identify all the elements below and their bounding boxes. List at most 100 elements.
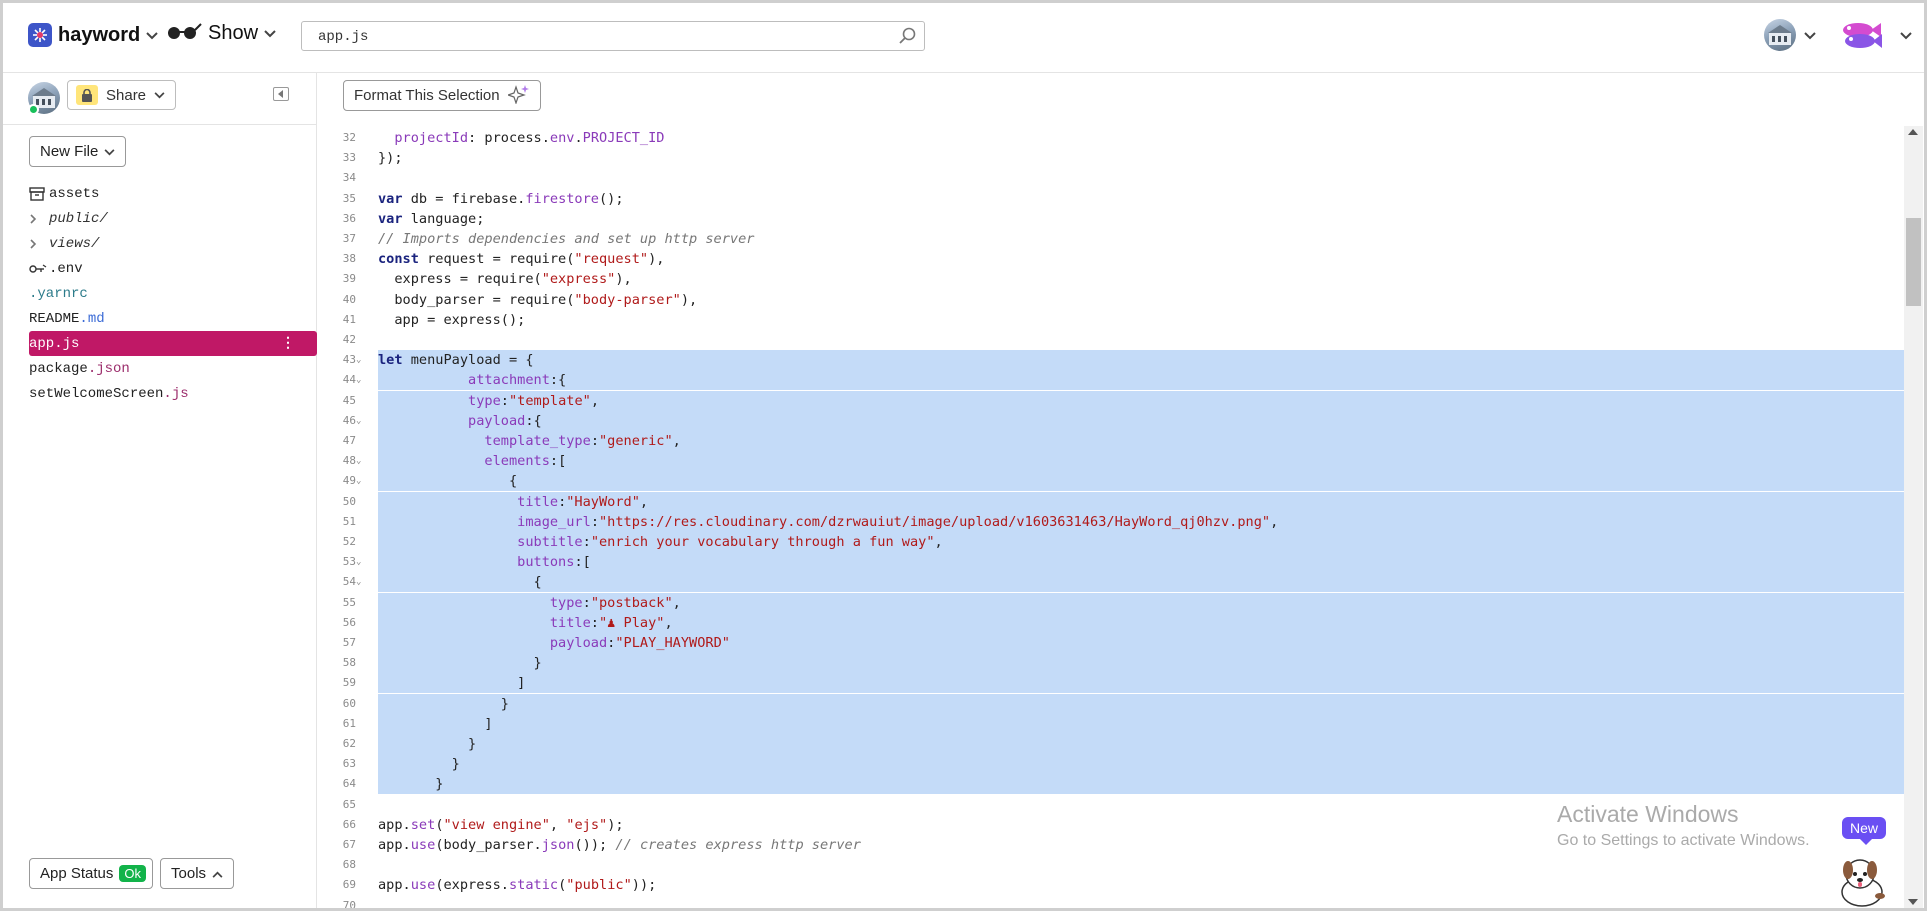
code-line[interactable]: 34 bbox=[318, 168, 1904, 188]
code-line[interactable]: 70 bbox=[318, 896, 1904, 908]
share-button[interactable]: Share bbox=[67, 80, 177, 110]
watermark-subtitle: Go to Settings to activate Windows. bbox=[1557, 832, 1810, 849]
search-box[interactable] bbox=[301, 21, 925, 51]
fold-arrow-icon[interactable]: ⌄ bbox=[356, 552, 366, 572]
file-item-yarnrc[interactable]: .yarnrc bbox=[29, 281, 317, 306]
key-icon bbox=[29, 263, 49, 275]
dog-mascot-icon[interactable] bbox=[1836, 852, 1892, 913]
code-text: var db = firebase.firestore(); bbox=[378, 190, 624, 207]
code-line[interactable]: 32 projectId: process.env.PROJECT_ID bbox=[318, 128, 1904, 148]
file-item-readme[interactable]: README .md bbox=[29, 306, 317, 331]
code-line[interactable]: 41 app = express(); bbox=[318, 310, 1904, 330]
folder-item-public[interactable]: public/ bbox=[29, 206, 317, 231]
line-number: 57 bbox=[342, 636, 356, 649]
folder-item-views[interactable]: views/ bbox=[29, 231, 317, 256]
code-text: express = require("express"), bbox=[378, 271, 632, 288]
scroll-thumb[interactable] bbox=[1906, 218, 1921, 306]
code-line[interactable]: 37 // Imports dependencies and set up htt… bbox=[318, 229, 1904, 249]
code-line[interactable]: 48 ⌄ elements:[ bbox=[318, 451, 1904, 472]
line-number: 41 bbox=[342, 312, 356, 326]
code-line[interactable]: 38 const request = require("request"), bbox=[318, 249, 1904, 269]
code-line[interactable]: 58 } bbox=[318, 653, 1904, 674]
code-line[interactable]: 43 ⌄ let menuPayload = { bbox=[318, 350, 1904, 371]
line-number: 35 bbox=[342, 191, 356, 205]
more-options-icon[interactable]: ⋮ bbox=[281, 335, 295, 352]
code-line[interactable]: 64 } bbox=[318, 774, 1904, 795]
file-item-setwelcomescreen-js[interactable]: setWelcomeScreen .js bbox=[29, 381, 317, 406]
code-line[interactable]: 57 payload:"PLAY_HAYWORD" bbox=[318, 633, 1904, 653]
line-number: 66 bbox=[342, 817, 356, 831]
code-text: } bbox=[378, 754, 1904, 775]
line-number: 39 bbox=[342, 272, 356, 286]
line-number: 47 bbox=[342, 434, 356, 447]
project-menu[interactable]: hayword bbox=[28, 23, 158, 47]
fold-arrow-icon[interactable]: ⌄ bbox=[356, 451, 366, 471]
code-text: { bbox=[378, 572, 1904, 593]
code-line[interactable]: 49 ⌄ { bbox=[318, 471, 1904, 492]
code-line[interactable]: 54 ⌄ { bbox=[318, 572, 1904, 593]
chevron-down-icon[interactable] bbox=[1804, 27, 1816, 45]
file-item-assets[interactable]: assets bbox=[29, 181, 317, 206]
code-line[interactable]: 44 ⌄ attachment:{ bbox=[318, 370, 1904, 391]
user-avatar[interactable] bbox=[1764, 19, 1796, 51]
show-menu[interactable]: Show bbox=[166, 22, 276, 45]
file-item-package-json[interactable]: package .json bbox=[29, 356, 317, 381]
code-text: } bbox=[378, 734, 1904, 754]
code-line[interactable]: 35 var db = firebase.firestore(); bbox=[318, 189, 1904, 209]
scroll-down-arrow[interactable] bbox=[1908, 899, 1918, 905]
code-line[interactable]: 60 } bbox=[318, 693, 1904, 714]
code-text: } bbox=[378, 774, 1904, 795]
line-number: 38 bbox=[342, 252, 356, 266]
file-item-env[interactable]: .env bbox=[29, 256, 317, 281]
code-line[interactable]: 39 express = require("express"), bbox=[318, 269, 1904, 289]
code-line[interactable]: 62 } bbox=[318, 734, 1904, 754]
code-line[interactable]: 46 ⌄ payload:{ bbox=[318, 410, 1904, 431]
search-input[interactable] bbox=[316, 28, 880, 46]
collapse-sidebar-button[interactable] bbox=[273, 87, 289, 101]
line-number: 62 bbox=[342, 737, 356, 750]
fold-arrow-icon[interactable]: ⌄ bbox=[356, 471, 366, 491]
line-number: 51 bbox=[342, 514, 356, 528]
search-icon[interactable] bbox=[898, 26, 918, 51]
line-number: 43 bbox=[342, 353, 356, 367]
code-line[interactable]: 52 subtitle:"enrich your vocabulary thro… bbox=[318, 532, 1904, 552]
code-line[interactable]: 47 template_type:"generic", bbox=[318, 431, 1904, 451]
fold-arrow-icon[interactable]: ⌄ bbox=[356, 350, 366, 370]
code-line[interactable]: 50 title:"HayWord", bbox=[318, 491, 1904, 512]
editor-scrollbar[interactable] bbox=[1904, 126, 1923, 908]
code-line[interactable]: 61 ] bbox=[318, 713, 1904, 734]
code-line[interactable]: 51 image_url:"https://res.cloudinary.com… bbox=[318, 511, 1904, 532]
code-line[interactable]: 55 type:"postback", bbox=[318, 592, 1904, 613]
code-editor[interactable]: 32 projectId: process.env.PROJECT_ID 33})… bbox=[318, 128, 1904, 908]
new-badge[interactable]: New bbox=[1842, 817, 1887, 845]
code-line[interactable]: 42 bbox=[318, 330, 1904, 350]
new-file-button[interactable]: New File bbox=[29, 136, 127, 167]
format-selection-button[interactable]: Format This Selection bbox=[343, 80, 541, 111]
fold-arrow-icon[interactable]: ⌄ bbox=[356, 572, 366, 592]
file-name: package bbox=[29, 360, 88, 377]
code-line[interactable]: 63 } bbox=[318, 754, 1904, 775]
code-line[interactable]: 53 ⌄ buttons:[ bbox=[318, 552, 1904, 573]
lock-icon bbox=[76, 85, 98, 105]
code-line[interactable]: 33}); bbox=[318, 148, 1904, 168]
show-label: Show bbox=[208, 22, 259, 44]
line-number: 42 bbox=[342, 333, 356, 346]
fish-icon[interactable] bbox=[1838, 19, 1882, 56]
code-text: image_url:"https://res.cloudinary.com/dz… bbox=[378, 511, 1904, 532]
code-line[interactable]: 68 bbox=[318, 855, 1904, 875]
code-line[interactable]: 40 body_parser = require("body-parser"), bbox=[318, 290, 1904, 310]
fold-arrow-icon[interactable]: ⌄ bbox=[356, 411, 366, 431]
line-number: 46 bbox=[342, 413, 356, 427]
app-status-button[interactable]: App Status Ok bbox=[29, 858, 154, 889]
scroll-up-arrow[interactable] bbox=[1908, 129, 1918, 135]
code-line[interactable]: 36 var language; bbox=[318, 209, 1904, 229]
code-line[interactable]: 69 app.use(express.static("public")); bbox=[318, 875, 1904, 895]
fold-arrow-icon[interactable]: ⌄ bbox=[356, 370, 366, 390]
code-line[interactable]: 56 title:"♟ Play", bbox=[318, 612, 1904, 633]
file-item-app-js[interactable]: app .js ⋮ bbox=[29, 331, 317, 356]
chevron-down-icon[interactable] bbox=[1900, 27, 1912, 45]
code-line[interactable]: 45 type:"template", bbox=[318, 390, 1904, 411]
code-line[interactable]: 59 ] bbox=[318, 673, 1904, 694]
tools-button[interactable]: Tools bbox=[160, 858, 235, 889]
